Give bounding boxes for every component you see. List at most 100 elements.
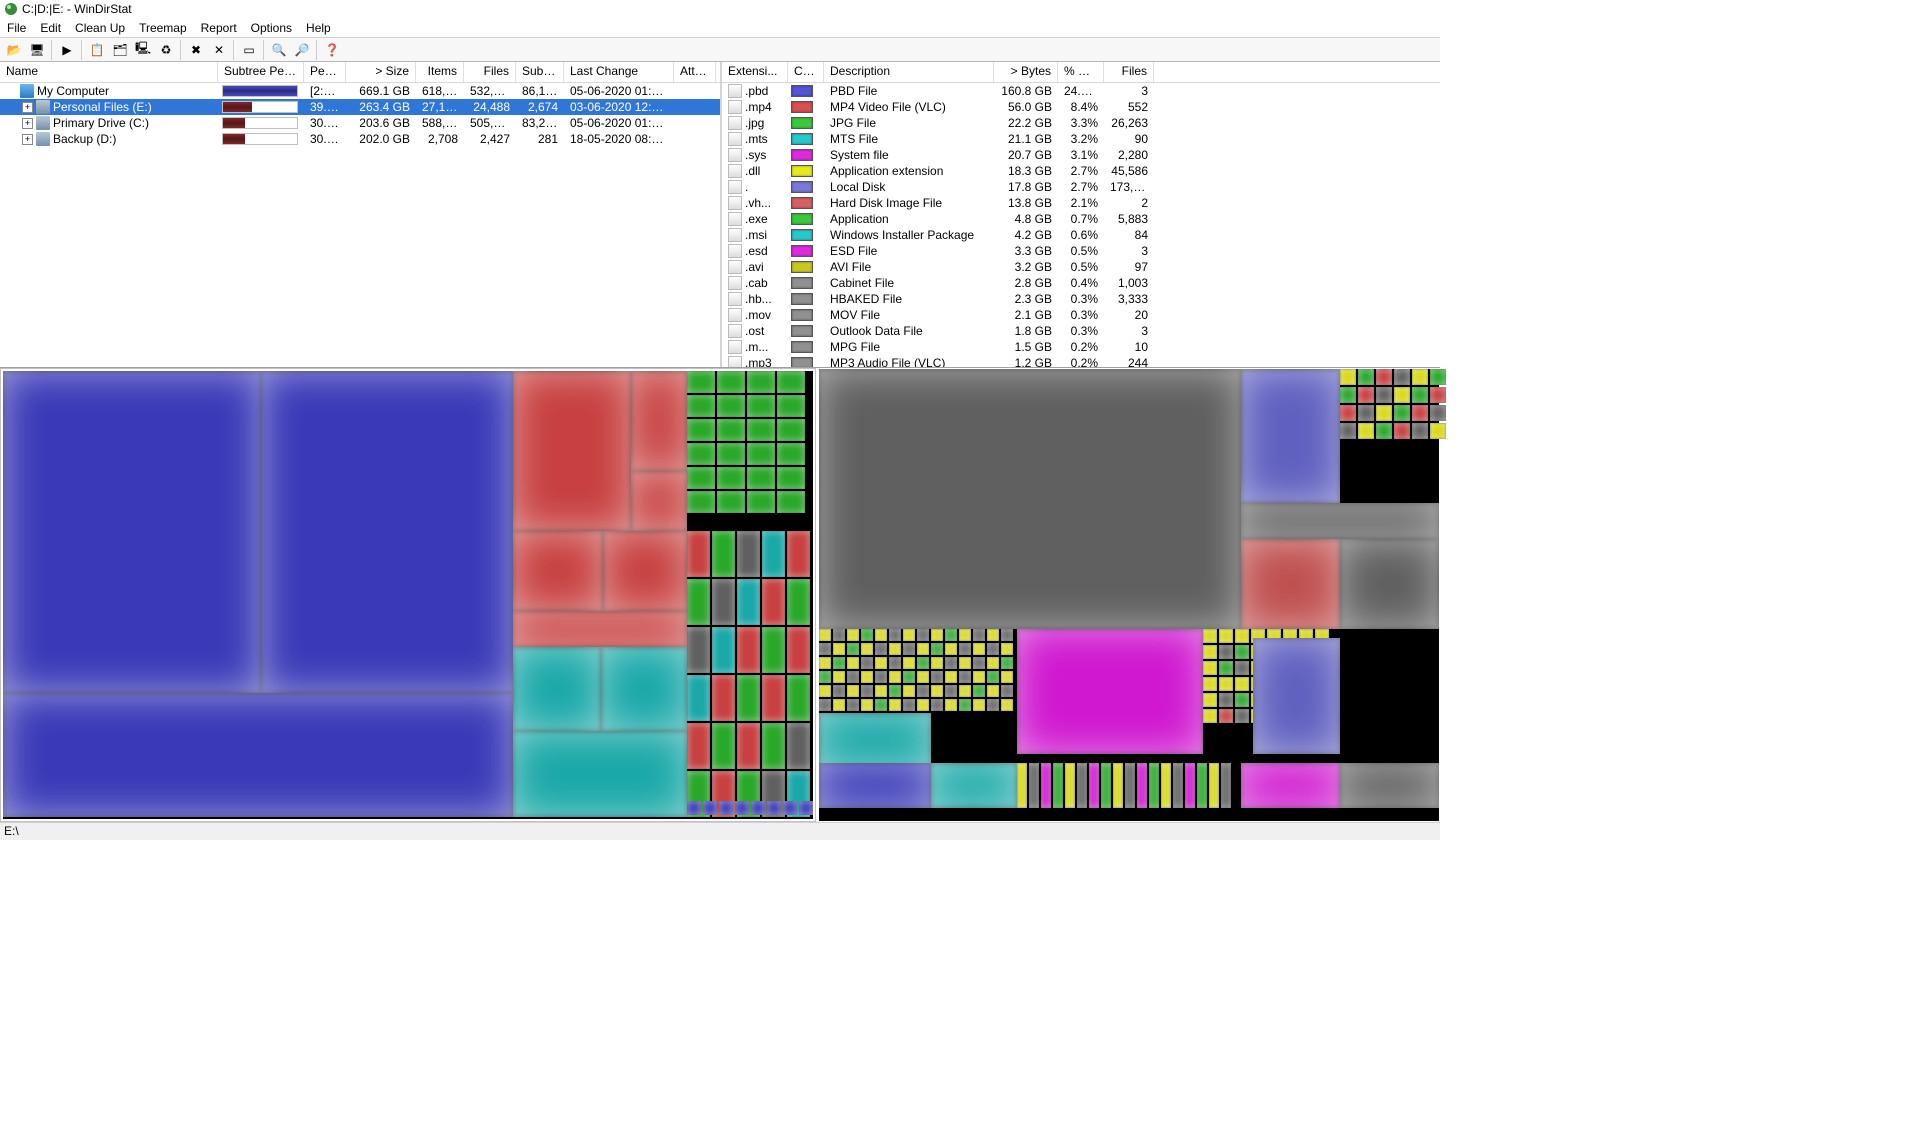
treemap-block[interactable] xyxy=(1241,539,1340,629)
treemap-block[interactable] xyxy=(1412,387,1428,403)
menu-edit[interactable]: Edit xyxy=(33,19,68,37)
treemap-block[interactable] xyxy=(833,657,845,669)
treemap-block[interactable] xyxy=(847,657,859,669)
ext-header[interactable]: Extensi...Col...Description> Bytes% By..… xyxy=(722,62,1440,83)
treemap-block[interactable] xyxy=(945,643,957,655)
treemap-block[interactable] xyxy=(1041,763,1051,808)
treemap-block[interactable] xyxy=(987,699,999,711)
ext-row[interactable]: .esdESD File3.3 GB0.5%3 xyxy=(722,243,1440,259)
treemap-block[interactable] xyxy=(1394,387,1410,403)
treemap-block[interactable] xyxy=(987,685,999,697)
treemap-block[interactable] xyxy=(787,627,810,673)
treemap-block[interactable] xyxy=(1149,763,1159,808)
treemap-block[interactable] xyxy=(819,685,831,697)
treemap-block[interactable] xyxy=(513,731,687,817)
treemap-block[interactable] xyxy=(917,629,929,641)
treemap-block[interactable] xyxy=(1235,677,1249,691)
treemap-block[interactable] xyxy=(1241,503,1439,539)
zoom-out-button[interactable]: 🔎 xyxy=(291,39,313,60)
ext-col--bytes[interactable]: > Bytes xyxy=(994,62,1058,82)
treemap-block[interactable] xyxy=(1219,645,1233,659)
treemap-block[interactable] xyxy=(631,371,687,471)
treemap-block[interactable] xyxy=(687,491,715,513)
ext-row[interactable]: .jpgJPG File22.2 GB3.3%26,263 xyxy=(722,115,1440,131)
treemap-block[interactable] xyxy=(987,671,999,683)
treemap-block[interactable] xyxy=(833,643,845,655)
treemap-block[interactable] xyxy=(687,395,715,417)
tree-col-subdirs[interactable]: Subdirs xyxy=(516,62,564,82)
treemap-block[interactable] xyxy=(1001,657,1013,669)
treemap-block[interactable] xyxy=(987,643,999,655)
treemap-block[interactable] xyxy=(819,643,831,655)
treemap-block[interactable] xyxy=(712,723,735,769)
treemap-block[interactable] xyxy=(861,699,873,711)
tree-row[interactable]: +Personal Files (E:)39.4%263.4 GB27,1622… xyxy=(0,99,720,115)
treemap-block[interactable] xyxy=(1358,387,1374,403)
treemap-selected-drive[interactable] xyxy=(1,369,815,821)
treemap-block[interactable] xyxy=(687,371,715,393)
ext-row[interactable]: .movMOV File2.1 GB0.3%20 xyxy=(722,307,1440,323)
ext-col-description[interactable]: Description xyxy=(824,62,994,82)
treemap-block[interactable] xyxy=(1219,693,1233,707)
treemap-block[interactable] xyxy=(735,801,749,815)
treemap-block[interactable] xyxy=(1376,369,1392,385)
treemap-block[interactable] xyxy=(717,467,745,489)
explorer-button[interactable]: 🗂 xyxy=(109,39,131,60)
treemap-block[interactable] xyxy=(1235,629,1249,643)
treemap-block[interactable] xyxy=(1185,763,1195,808)
ext-col-files[interactable]: Files xyxy=(1104,62,1154,82)
expander-icon[interactable]: + xyxy=(22,118,33,129)
treemap-block[interactable] xyxy=(959,671,971,683)
treemap-block[interactable] xyxy=(1412,423,1428,439)
treemap-block[interactable] xyxy=(1001,629,1013,641)
treemap-block[interactable] xyxy=(1358,405,1374,421)
treemap-block[interactable] xyxy=(931,685,943,697)
treemap-block[interactable] xyxy=(762,723,785,769)
menu-report[interactable]: Report xyxy=(194,19,244,37)
treemap-block[interactable] xyxy=(1340,387,1356,403)
treemap-block[interactable] xyxy=(1340,539,1439,629)
treemap-block[interactable] xyxy=(747,419,775,441)
ext-row[interactable]: .sysSystem file20.7 GB3.1%2,280 xyxy=(722,147,1440,163)
treemap-block[interactable] xyxy=(717,491,745,513)
treemap-block[interactable] xyxy=(1394,369,1410,385)
treemap-block[interactable] xyxy=(777,443,805,465)
treemap-block[interactable] xyxy=(833,685,845,697)
treemap-block[interactable] xyxy=(787,579,810,625)
treemap-block[interactable] xyxy=(687,419,715,441)
treemap-block[interactable] xyxy=(1053,763,1063,808)
menu-clean-up[interactable]: Clean Up xyxy=(68,19,132,37)
treemap-block[interactable] xyxy=(1219,661,1233,675)
treemap-block[interactable] xyxy=(1017,629,1203,754)
treemap-block[interactable] xyxy=(717,395,745,417)
treemap-block[interactable] xyxy=(717,419,745,441)
treemap-block[interactable] xyxy=(945,657,957,669)
treemap-block[interactable] xyxy=(1089,763,1099,808)
delete-shift-button[interactable]: ✖ xyxy=(185,39,207,60)
treemap-block[interactable] xyxy=(712,531,735,577)
ext-row[interactable]: .mtsMTS File21.1 GB3.2%90 xyxy=(722,131,1440,147)
treemap-block[interactable] xyxy=(1376,387,1392,403)
tree-col-items[interactable]: Items xyxy=(416,62,464,82)
treemap-block[interactable] xyxy=(777,395,805,417)
treemap-block[interactable] xyxy=(1235,709,1249,723)
tree-header[interactable]: NameSubtree Percent...Perce...> SizeItem… xyxy=(0,62,720,83)
treemap-block[interactable] xyxy=(833,629,845,641)
treemap-block[interactable] xyxy=(1197,763,1207,808)
treemap-block[interactable] xyxy=(717,443,745,465)
treemap-block[interactable] xyxy=(1340,763,1439,808)
ext-row[interactable]: .exeApplication4.8 GB0.7%5,883 xyxy=(722,211,1440,227)
treemap-block[interactable] xyxy=(819,629,831,641)
treemap-block[interactable] xyxy=(847,671,859,683)
treemap-block[interactable] xyxy=(861,643,873,655)
treemap-block[interactable] xyxy=(861,629,873,641)
tree-col-last-change[interactable]: Last Change xyxy=(564,62,674,82)
treemap-block[interactable] xyxy=(777,371,805,393)
treemap-block[interactable] xyxy=(687,443,715,465)
treemap-block[interactable] xyxy=(1340,405,1356,421)
treemap-block[interactable] xyxy=(1412,405,1428,421)
treemap-block[interactable] xyxy=(1394,423,1410,439)
treemap-block[interactable] xyxy=(1430,369,1446,385)
treemap-block[interactable] xyxy=(819,713,931,767)
ext-row[interactable]: .mp3MP3 Audio File (VLC)1.2 GB0.2%244 xyxy=(722,355,1440,367)
